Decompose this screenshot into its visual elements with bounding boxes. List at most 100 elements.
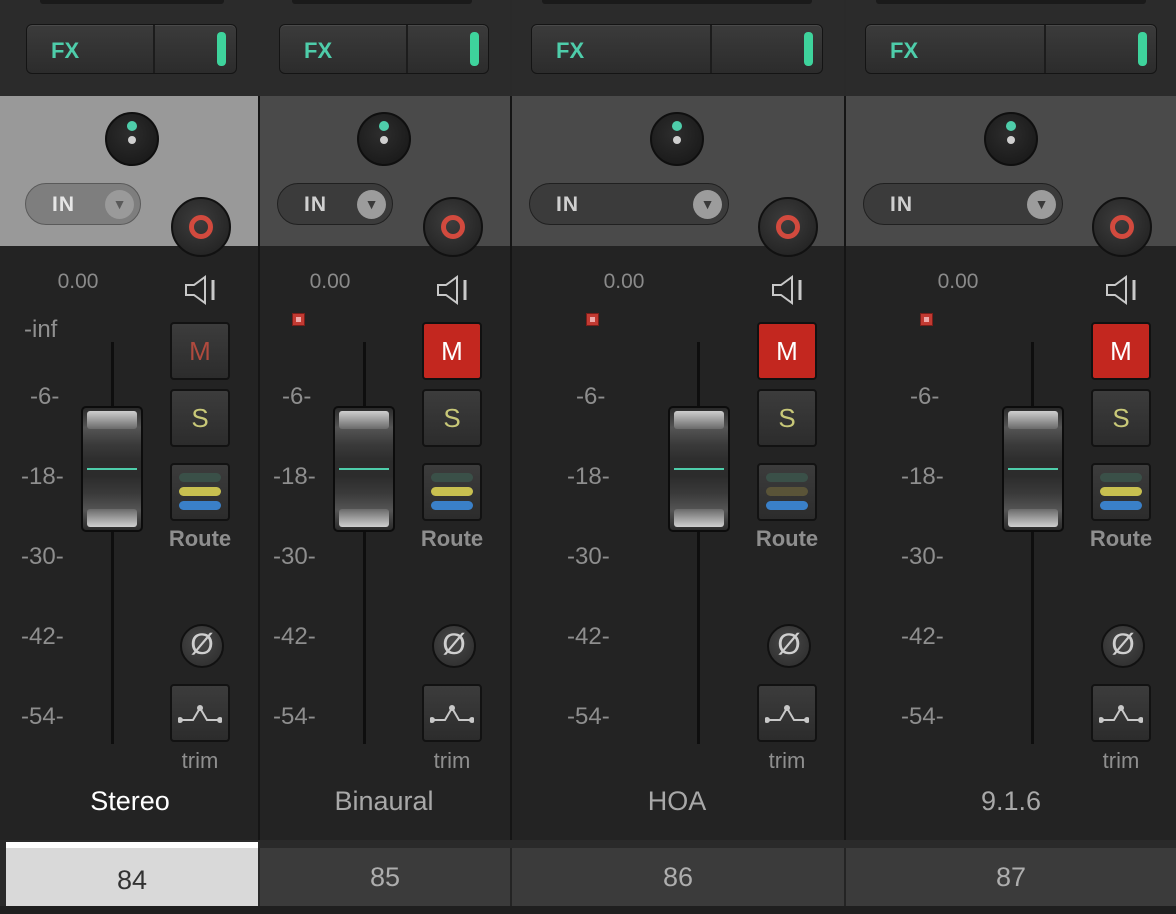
volume-readout[interactable]: 0.00 bbox=[38, 270, 118, 294]
meter-scale-label: -54- bbox=[901, 703, 944, 730]
fader-track bbox=[111, 342, 114, 744]
speaker-icon[interactable] bbox=[1104, 272, 1140, 308]
automation-envelope-icon bbox=[178, 705, 222, 723]
meter-scale-label: -18- bbox=[567, 463, 610, 490]
route-button[interactable] bbox=[757, 463, 817, 521]
solo-button[interactable]: S bbox=[170, 389, 230, 447]
pan-knob[interactable] bbox=[650, 112, 704, 166]
meter-scale-label: -6- bbox=[30, 383, 60, 410]
volume-fader[interactable] bbox=[668, 406, 730, 532]
fader-track bbox=[1031, 342, 1034, 744]
fx-divider bbox=[1044, 25, 1046, 73]
track-name[interactable]: HOA bbox=[512, 786, 842, 817]
record-arm-button[interactable] bbox=[423, 197, 483, 257]
pan-knob[interactable] bbox=[105, 112, 159, 166]
route-label: Route bbox=[420, 526, 484, 551]
record-arm-button[interactable] bbox=[1092, 197, 1152, 257]
speaker-icon[interactable] bbox=[183, 272, 219, 308]
clip-indicator[interactable] bbox=[292, 313, 305, 326]
phase-invert-button[interactable]: Ø bbox=[767, 624, 811, 668]
volume-readout[interactable]: 0.00 bbox=[918, 270, 998, 294]
input-select[interactable]: IN ▼ bbox=[529, 183, 729, 225]
record-arm-button[interactable] bbox=[758, 197, 818, 257]
phase-invert-button[interactable]: Ø bbox=[180, 624, 224, 668]
fx-label: FX bbox=[556, 38, 585, 63]
track-number[interactable]: 87 bbox=[846, 848, 1176, 906]
mute-button[interactable]: M bbox=[757, 322, 817, 380]
track-number[interactable]: 84 bbox=[6, 842, 258, 912]
automation-mode-button[interactable] bbox=[170, 684, 230, 742]
clip-indicator[interactable] bbox=[586, 313, 599, 326]
mute-button[interactable]: M bbox=[1091, 322, 1151, 380]
top-bar bbox=[876, 0, 1146, 4]
fx-button[interactable]: FX bbox=[865, 24, 1157, 74]
automation-mode-button[interactable] bbox=[422, 684, 482, 742]
chevron-down-icon: ▼ bbox=[357, 190, 386, 219]
input-label: IN bbox=[304, 193, 327, 216]
record-icon bbox=[776, 215, 800, 239]
fader-track bbox=[697, 342, 700, 744]
number-separator bbox=[844, 848, 846, 906]
volume-fader[interactable] bbox=[333, 406, 395, 532]
chevron-down-icon: ▼ bbox=[693, 190, 722, 219]
volume-readout[interactable]: 0.00 bbox=[584, 270, 664, 294]
route-button[interactable] bbox=[422, 463, 482, 521]
input-label: IN bbox=[890, 193, 913, 216]
fx-enabled-led[interactable] bbox=[804, 32, 813, 66]
track-number[interactable]: 86 bbox=[512, 848, 844, 906]
volume-readout[interactable]: 0.00 bbox=[290, 270, 370, 294]
record-icon bbox=[189, 215, 213, 239]
meter-scale-label: -18- bbox=[901, 463, 944, 490]
mute-button[interactable]: M bbox=[422, 322, 482, 380]
automation-envelope-icon bbox=[430, 705, 474, 723]
pan-knob[interactable] bbox=[984, 112, 1038, 166]
solo-button[interactable]: S bbox=[1091, 389, 1151, 447]
top-bar bbox=[542, 0, 812, 4]
route-button[interactable] bbox=[1091, 463, 1151, 521]
meter-scale-label: -6- bbox=[282, 383, 312, 410]
meter-scale-label: -42- bbox=[21, 623, 64, 650]
phase-invert-button[interactable]: Ø bbox=[1101, 624, 1145, 668]
meter-scale-label: -18- bbox=[21, 463, 64, 490]
phase-invert-button[interactable]: Ø bbox=[432, 624, 476, 668]
fx-enabled-led[interactable] bbox=[217, 32, 226, 66]
speaker-icon[interactable] bbox=[435, 272, 471, 308]
fx-label: FX bbox=[51, 38, 80, 63]
record-arm-button[interactable] bbox=[171, 197, 231, 257]
input-label: IN bbox=[52, 193, 75, 216]
fx-button[interactable]: FX bbox=[531, 24, 823, 74]
pan-knob[interactable] bbox=[357, 112, 411, 166]
input-select[interactable]: IN ▼ bbox=[863, 183, 1063, 225]
mute-button[interactable]: M bbox=[170, 322, 230, 380]
solo-button[interactable]: S bbox=[757, 389, 817, 447]
track-strip-9-1-6: FX IN ▼ 0.00 -6- -18- -30- -42- -54- M S… bbox=[846, 0, 1176, 914]
volume-fader[interactable] bbox=[1002, 406, 1064, 532]
route-label: Route bbox=[168, 526, 232, 551]
meter-scale-label: -54- bbox=[567, 703, 610, 730]
automation-mode-button[interactable] bbox=[757, 684, 817, 742]
meter-scale-label: -6- bbox=[576, 383, 606, 410]
clip-indicator[interactable] bbox=[920, 313, 933, 326]
speaker-icon[interactable] bbox=[770, 272, 806, 308]
peak-readout: -inf bbox=[24, 316, 58, 343]
meter-scale-label: -6- bbox=[910, 383, 940, 410]
track-name[interactable]: Stereo bbox=[0, 786, 260, 817]
track-name[interactable]: Binaural bbox=[260, 786, 508, 817]
input-select[interactable]: IN ▼ bbox=[277, 183, 393, 225]
volume-fader[interactable] bbox=[81, 406, 143, 532]
route-label: Route bbox=[1089, 526, 1153, 551]
fx-enabled-led[interactable] bbox=[470, 32, 479, 66]
fx-enabled-led[interactable] bbox=[1138, 32, 1147, 66]
solo-button[interactable]: S bbox=[422, 389, 482, 447]
automation-mode-button[interactable] bbox=[1091, 684, 1151, 742]
track-number[interactable]: 85 bbox=[260, 848, 510, 906]
track-name[interactable]: 9.1.6 bbox=[846, 786, 1176, 817]
route-button[interactable] bbox=[170, 463, 230, 521]
fx-button[interactable]: FX bbox=[26, 24, 237, 74]
meter-scale-label: -30- bbox=[901, 543, 944, 570]
meter-scale-label: -42- bbox=[273, 623, 316, 650]
automation-mode-label: trim bbox=[1102, 748, 1140, 773]
fx-divider bbox=[153, 25, 155, 73]
fx-button[interactable]: FX bbox=[279, 24, 489, 74]
input-select[interactable]: IN ▼ bbox=[25, 183, 141, 225]
